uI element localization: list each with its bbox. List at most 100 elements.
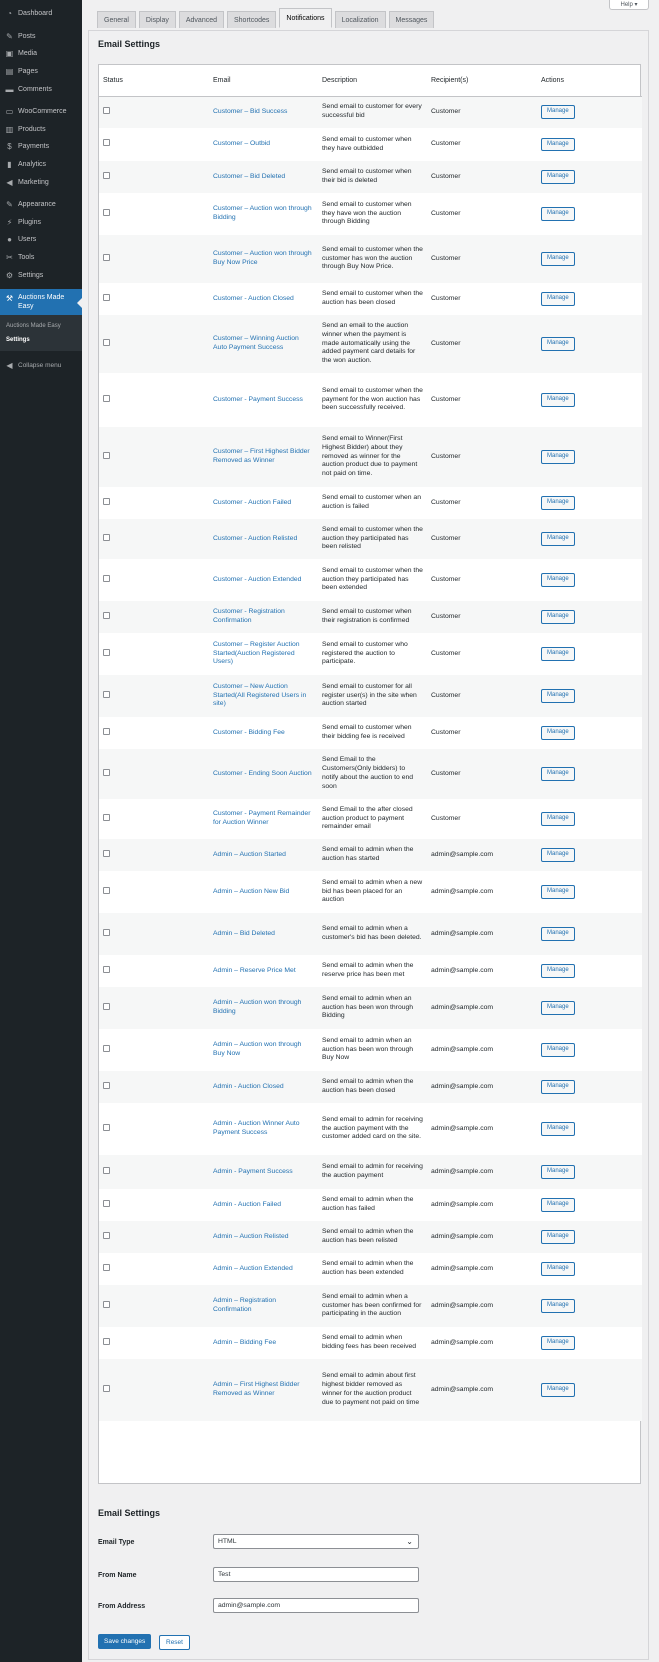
sidebar-item-users[interactable]: ● Users: [0, 231, 82, 249]
email-link[interactable]: Customer – Bid Deleted: [213, 173, 285, 180]
manage-button[interactable]: Manage: [541, 337, 575, 351]
sidebar-item-pages[interactable]: ▤ Pages: [0, 63, 82, 81]
manage-button[interactable]: Manage: [541, 1080, 575, 1094]
manage-button[interactable]: Manage: [541, 1043, 575, 1057]
email-link[interactable]: Customer – Bid Success: [213, 108, 287, 115]
email-link[interactable]: Customer - Payment Remainder for Auction…: [213, 810, 310, 826]
manage-button[interactable]: Manage: [541, 1383, 575, 1397]
tab-shortcodes[interactable]: Shortcodes: [227, 11, 277, 28]
reset-button[interactable]: Reset: [159, 1635, 190, 1650]
status-checkbox[interactable]: [103, 293, 110, 301]
tab-messages[interactable]: Messages: [388, 11, 435, 28]
email-link[interactable]: Customer – Winning Auction Auto Payment …: [213, 335, 299, 351]
help-button[interactable]: Help ▾: [609, 0, 649, 10]
manage-button[interactable]: Manage: [541, 1336, 575, 1350]
email-link[interactable]: Customer - Registration Confirmation: [213, 608, 285, 624]
email-link[interactable]: Customer - Auction Extended: [213, 576, 301, 583]
sidebar-item-settings[interactable]: ⚙ Settings: [0, 266, 82, 284]
status-checkbox[interactable]: [103, 574, 110, 582]
manage-button[interactable]: Manage: [541, 496, 575, 510]
status-checkbox[interactable]: [103, 849, 110, 857]
tab-localization[interactable]: Localization: [334, 11, 386, 28]
email-link[interactable]: Customer - Auction Closed: [213, 295, 294, 302]
email-link[interactable]: Customer – New Auction Started(All Regis…: [213, 683, 306, 708]
manage-button[interactable]: Manage: [541, 252, 575, 266]
sidebar-item-woocommerce[interactable]: ▭ WooCommerce: [0, 103, 82, 121]
status-checkbox[interactable]: [103, 1300, 110, 1308]
status-checkbox[interactable]: [103, 1081, 110, 1089]
status-checkbox[interactable]: [103, 690, 110, 698]
sidebar-item-auctions-made-easy[interactable]: ⚒ Auctions Made Easy: [0, 288, 82, 315]
status-checkbox[interactable]: [103, 451, 110, 459]
email-link[interactable]: Customer - Auction Failed: [213, 499, 291, 506]
email-link[interactable]: Admin – Reserve Price Met: [213, 967, 296, 974]
sidebar-item-tools[interactable]: ✂ Tools: [0, 249, 82, 267]
status-checkbox[interactable]: [103, 768, 110, 776]
manage-button[interactable]: Manage: [541, 964, 575, 978]
manage-button[interactable]: Manage: [541, 848, 575, 862]
status-checkbox[interactable]: [103, 497, 110, 505]
manage-button[interactable]: Manage: [541, 137, 575, 152]
manage-button[interactable]: Manage: [541, 532, 575, 546]
email-link[interactable]: Customer – Auction won through Buy Now P…: [213, 250, 312, 266]
status-checkbox[interactable]: [103, 394, 110, 402]
status-checkbox[interactable]: [103, 648, 110, 656]
from-address-input[interactable]: admin@sample.com: [213, 1598, 419, 1613]
status-checkbox[interactable]: [103, 813, 110, 821]
tab-advanced[interactable]: Advanced: [178, 11, 224, 28]
email-link[interactable]: Customer – Register Auction Started(Auct…: [213, 641, 300, 666]
status-checkbox[interactable]: [103, 253, 110, 261]
email-link[interactable]: Admin – Auction New Bid: [213, 888, 289, 895]
sidebar-item-dashboard[interactable]: ◔ Dashboard: [0, 5, 82, 23]
manage-button[interactable]: Manage: [541, 170, 575, 184]
sidebar-item-media[interactable]: ▣ Media: [0, 45, 82, 63]
save-changes-button[interactable]: Save changes: [98, 1634, 152, 1649]
manage-button[interactable]: Manage: [541, 393, 575, 407]
sidebar-item-products[interactable]: ▥ Products: [0, 121, 82, 139]
email-link[interactable]: Admin - Payment Success: [213, 1168, 293, 1175]
tab-general[interactable]: General: [97, 11, 136, 28]
manage-button[interactable]: Manage: [541, 292, 575, 306]
status-checkbox[interactable]: [103, 171, 110, 179]
status-checkbox[interactable]: [103, 1123, 110, 1131]
status-checkbox[interactable]: [103, 965, 110, 973]
email-link[interactable]: Admin – First Highest Bidder Removed as …: [213, 1381, 300, 1397]
status-checkbox[interactable]: [103, 338, 110, 346]
email-link[interactable]: Customer - Auction Relisted: [213, 535, 297, 542]
email-link[interactable]: Customer – First Highest Bidder Removed …: [213, 448, 310, 464]
manage-button[interactable]: Manage: [541, 812, 575, 826]
email-link[interactable]: Admin – Auction won through Bidding: [213, 999, 301, 1015]
status-checkbox[interactable]: [103, 1231, 110, 1239]
manage-button[interactable]: Manage: [541, 647, 575, 661]
status-checkbox[interactable]: [103, 1384, 110, 1392]
status-checkbox[interactable]: [103, 139, 110, 147]
status-checkbox[interactable]: [103, 533, 110, 541]
status-checkbox[interactable]: [103, 1263, 110, 1271]
status-checkbox[interactable]: [103, 1166, 110, 1174]
manage-button[interactable]: Manage: [541, 726, 575, 740]
email-link[interactable]: Admin – Registration Confirmation: [213, 1297, 276, 1313]
email-link[interactable]: Customer - Payment Success: [213, 396, 303, 403]
email-link[interactable]: Admin – Auction won through Buy Now: [213, 1041, 301, 1057]
status-checkbox[interactable]: [103, 611, 110, 619]
sidebar-item-marketing[interactable]: ◀ Marketing: [0, 173, 82, 191]
manage-button[interactable]: Manage: [541, 1230, 575, 1244]
email-link[interactable]: Admin – Auction Extended: [213, 1265, 293, 1272]
submenu-item-settings[interactable]: Settings: [0, 333, 82, 347]
manage-button[interactable]: Manage: [541, 927, 575, 941]
email-link[interactable]: Customer – Outbid: [213, 140, 270, 147]
manage-button[interactable]: Manage: [541, 1165, 575, 1179]
email-link[interactable]: Admin – Auction Relisted: [213, 1233, 289, 1240]
email-link[interactable]: Customer – Auction won through Bidding: [213, 205, 312, 221]
manage-button[interactable]: Manage: [541, 1122, 575, 1136]
sidebar-item-posts[interactable]: ✎ Posts: [0, 28, 82, 46]
email-link[interactable]: Admin – Bid Deleted: [213, 930, 275, 937]
email-link[interactable]: Admin - Auction Winner Auto Payment Succ…: [213, 1120, 300, 1136]
manage-button[interactable]: Manage: [541, 573, 575, 587]
status-checkbox[interactable]: [103, 727, 110, 735]
manage-button[interactable]: Manage: [541, 767, 575, 781]
email-link[interactable]: Admin - Auction Failed: [213, 1201, 281, 1208]
manage-button[interactable]: Manage: [541, 689, 575, 703]
email-link[interactable]: Admin - Auction Closed: [213, 1083, 284, 1090]
sidebar-item-comments[interactable]: ▬ Comments: [0, 80, 82, 98]
